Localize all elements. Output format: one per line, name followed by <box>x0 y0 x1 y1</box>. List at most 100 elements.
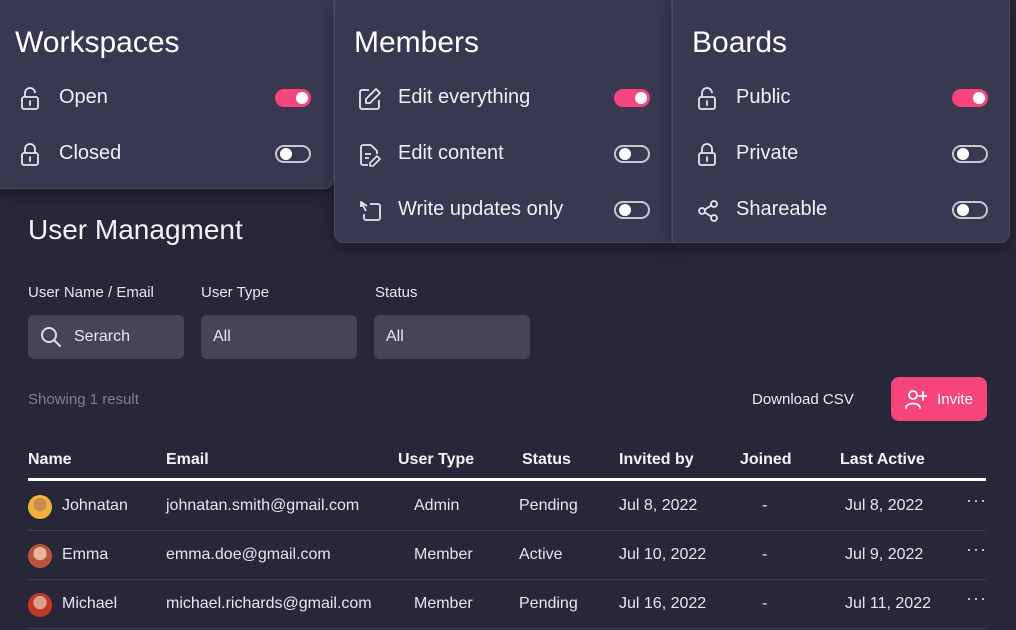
lock-icon <box>696 143 718 167</box>
lock-open-icon <box>696 87 718 111</box>
toggle-public[interactable] <box>952 89 988 107</box>
search-placeholder: Serarch <box>74 328 131 345</box>
toggle-shareable[interactable] <box>952 201 988 219</box>
add-user-icon <box>905 389 928 409</box>
edit-icon <box>358 87 382 111</box>
column-header-last-active[interactable]: Last Active <box>840 451 925 469</box>
user-type-label: User Type <box>201 284 270 301</box>
option-write-updates-only: Write updates only <box>354 192 664 228</box>
column-header-joined[interactable]: Joined <box>740 451 792 469</box>
user-email: emma.doe@gmail.com <box>166 546 331 563</box>
table-row[interactable]: Emma emma.doe@gmail.com Member Active Ju… <box>28 531 986 580</box>
column-header-user-type[interactable]: User Type <box>398 451 474 469</box>
toggle-knob <box>280 148 292 160</box>
members-card: Members Edit everything Edit content Wri… <box>334 0 672 243</box>
user-type-select[interactable]: All <box>201 315 357 359</box>
invited-date: Jul 8, 2022 <box>619 497 698 514</box>
more-options-icon[interactable]: ··· <box>966 539 987 560</box>
status-select[interactable]: All <box>374 315 530 359</box>
lock-icon <box>19 143 41 167</box>
toggle-private[interactable] <box>952 145 988 163</box>
column-header-invited-by[interactable]: Invited by <box>619 451 694 469</box>
option-label: Public <box>736 86 791 108</box>
invited-date: Jul 16, 2022 <box>619 595 707 612</box>
reply-arrow-icon <box>358 199 382 223</box>
more-options-icon[interactable]: ··· <box>966 490 987 511</box>
option-label: Edit content <box>398 142 504 164</box>
toggle-edit-content[interactable] <box>614 145 650 163</box>
toggle-open[interactable] <box>275 89 311 107</box>
option-label: Private <box>736 142 799 164</box>
invite-button[interactable]: Invite <box>891 377 987 421</box>
column-header-email[interactable]: Email <box>166 451 209 469</box>
user-status: Pending <box>519 497 578 514</box>
avatar <box>28 495 52 519</box>
option-private: Private <box>692 136 1002 172</box>
option-shareable: Shareable <box>692 192 1002 228</box>
status-label: Status <box>375 284 418 301</box>
toggle-knob <box>957 204 969 216</box>
search-icon <box>40 326 62 348</box>
toggle-closed[interactable] <box>275 145 311 163</box>
user-type-value: All <box>213 328 231 345</box>
boards-card: Boards Public Private Shareable <box>672 0 1010 243</box>
card-title-workspaces: Workspaces <box>15 26 180 59</box>
invite-label: Invite <box>937 390 973 408</box>
share-icon <box>696 199 720 223</box>
option-label: Write updates only <box>398 198 564 220</box>
toggle-edit-everything[interactable] <box>614 89 650 107</box>
more-options-icon[interactable]: ··· <box>966 588 987 609</box>
user-name: Michael <box>62 595 118 612</box>
option-label: Shareable <box>736 198 828 220</box>
workspaces-card: Workspaces Open Closed <box>0 0 334 189</box>
table-row[interactable]: Michael michael.richards@gmail.com Membe… <box>28 580 986 629</box>
table-row[interactable]: Johnatan johnatan.smith@gmail.com Admin … <box>28 482 986 531</box>
last-active-date: Jul 9, 2022 <box>845 546 924 563</box>
user-name: Johnatan <box>62 497 128 514</box>
joined-date: - <box>762 546 768 563</box>
status-value: All <box>386 328 404 345</box>
user-type: Member <box>414 546 473 563</box>
toggle-knob <box>619 148 631 160</box>
toggle-knob <box>635 92 647 104</box>
card-title-members: Members <box>354 26 480 59</box>
last-active-date: Jul 8, 2022 <box>845 497 924 514</box>
option-label: Closed <box>59 142 122 164</box>
result-count: Showing 1 result <box>28 391 139 408</box>
user-type: Member <box>414 595 473 612</box>
avatar <box>28 593 52 617</box>
user-type: Admin <box>414 497 460 514</box>
toggle-knob <box>957 148 969 160</box>
joined-date: - <box>762 497 768 514</box>
download-csv-button[interactable]: Download CSV <box>752 391 854 408</box>
option-public: Public <box>692 80 1002 116</box>
joined-date: - <box>762 595 768 612</box>
document-edit-icon <box>358 143 382 167</box>
option-label: Open <box>59 86 108 108</box>
invited-date: Jul 10, 2022 <box>619 546 707 563</box>
user-status: Pending <box>519 595 578 612</box>
last-active-date: Jul 11, 2022 <box>845 595 931 612</box>
option-closed: Closed <box>15 136 325 172</box>
card-title-boards: Boards <box>692 26 788 59</box>
option-open: Open <box>15 80 325 116</box>
toggle-knob <box>619 204 631 216</box>
option-edit-everything: Edit everything <box>354 80 664 116</box>
toggle-write-updates-only[interactable] <box>614 201 650 219</box>
toggle-knob <box>973 92 985 104</box>
page-title: User Managment <box>28 214 243 245</box>
option-edit-content: Edit content <box>354 136 664 172</box>
avatar <box>28 544 52 568</box>
lock-open-icon <box>19 87 41 111</box>
option-label: Edit everything <box>398 86 531 108</box>
user-name: Emma <box>62 546 109 563</box>
user-filter-label: User Name / Email <box>28 284 154 301</box>
table-header-divider <box>28 478 986 481</box>
column-header-status[interactable]: Status <box>522 451 571 469</box>
user-email: michael.richards@gmail.com <box>166 595 372 612</box>
column-header-name[interactable]: Name <box>28 451 72 469</box>
user-email: johnatan.smith@gmail.com <box>166 497 360 514</box>
toggle-knob <box>296 92 308 104</box>
user-status: Active <box>519 546 563 563</box>
search-input[interactable]: Serarch <box>28 315 184 359</box>
